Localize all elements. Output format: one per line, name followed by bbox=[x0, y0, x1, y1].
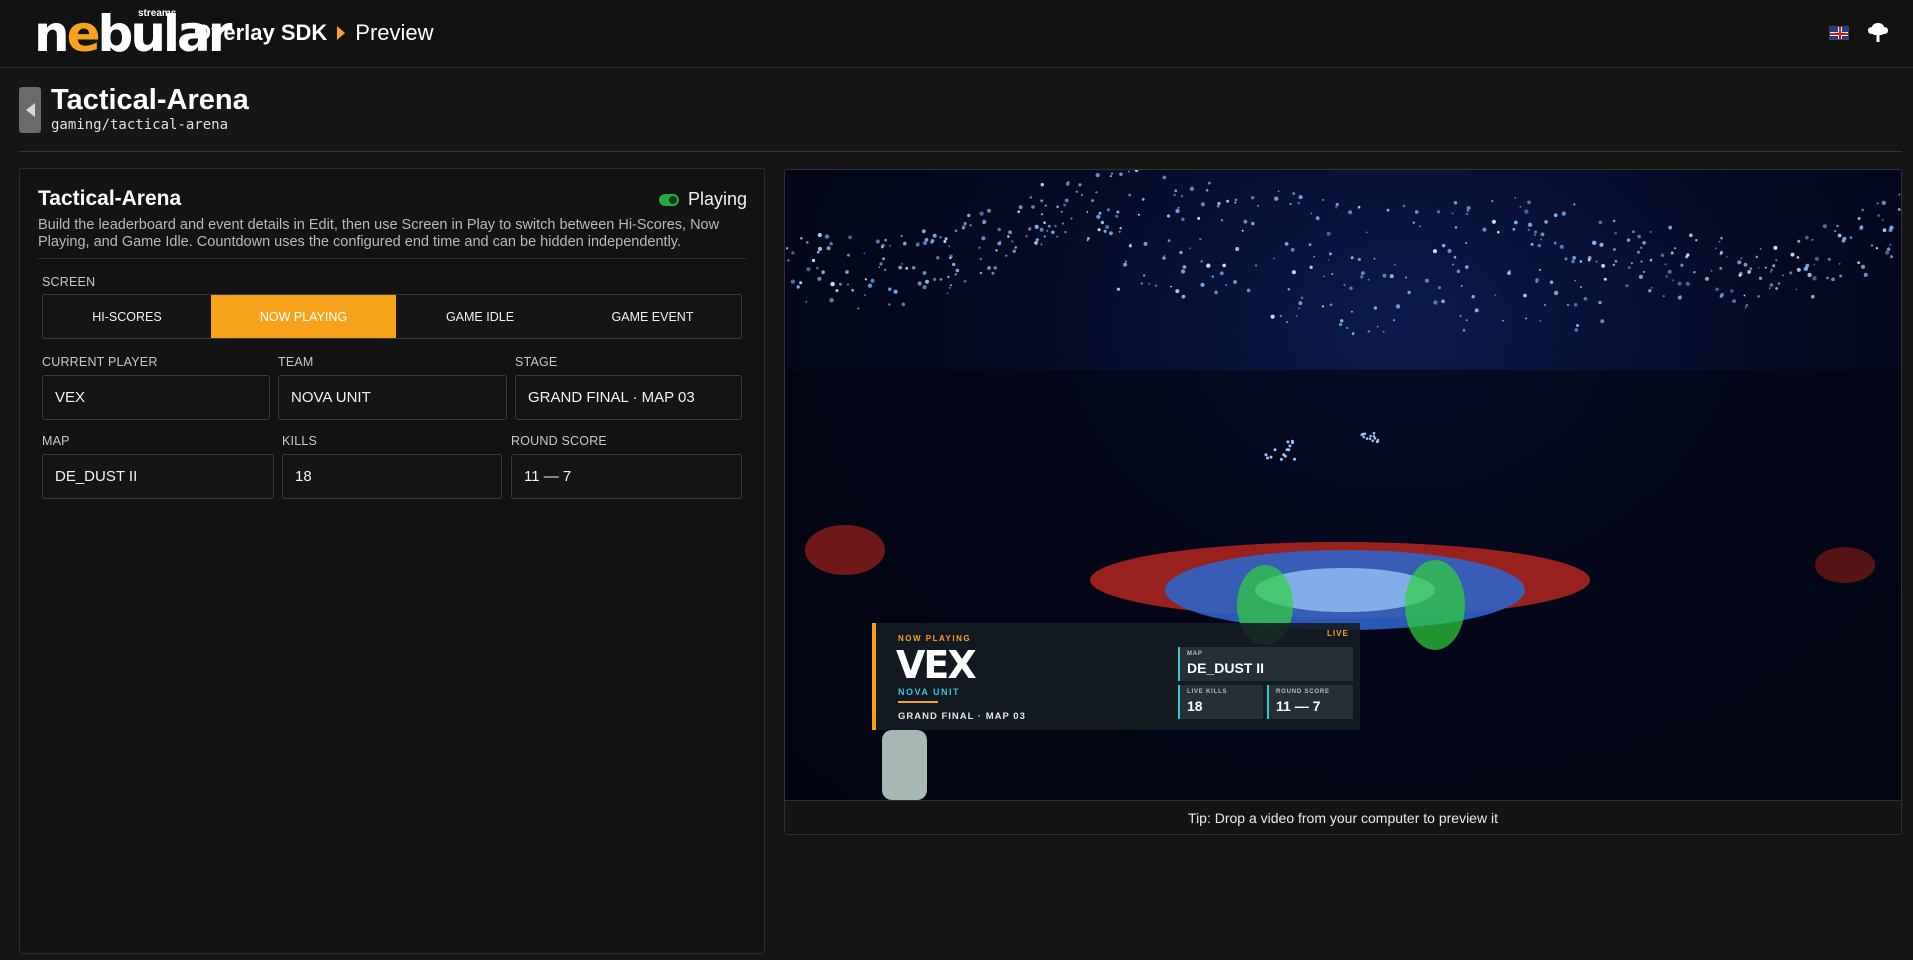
play-status[interactable]: Playing bbox=[658, 189, 747, 210]
panel-description: Build the leaderboard and event details … bbox=[38, 217, 720, 250]
breadcrumb: Overlay SDK Preview bbox=[194, 20, 434, 46]
panel-title: Tactical-Arena bbox=[38, 187, 182, 210]
page-title: Tactical-Arena bbox=[51, 84, 249, 116]
current-player-input[interactable]: VEX bbox=[42, 375, 270, 420]
video-preview[interactable]: NOW PLAYING VEX NOVA UNIT GRAND FINAL · … bbox=[784, 169, 1902, 835]
cloud-upload-icon[interactable] bbox=[1866, 22, 1890, 44]
map-input[interactable]: DE_DUST II bbox=[42, 454, 274, 499]
screen-label: SCREEN bbox=[42, 275, 96, 289]
overlay-map-label: MAP bbox=[1187, 651, 1203, 657]
round-score-input[interactable]: 11 — 7 bbox=[511, 454, 742, 499]
overlay-kills-value: 18 bbox=[1187, 698, 1203, 714]
page-slug: gaming/tactical-arena bbox=[51, 117, 229, 133]
kills-label: KILLS bbox=[282, 434, 318, 448]
stage-input[interactable]: GRAND FINAL · MAP 03 bbox=[515, 375, 742, 420]
breadcrumb-separator-icon bbox=[337, 26, 346, 40]
top-bar: nebular streams Overlay SDK Preview bbox=[0, 0, 1913, 68]
kills-input[interactable]: 18 bbox=[282, 454, 502, 499]
overlay-live-badge: LIVE bbox=[1327, 629, 1349, 638]
now-playing-overlay: NOW PLAYING VEX NOVA UNIT GRAND FINAL · … bbox=[872, 623, 1360, 730]
logo-subtitle: streams bbox=[138, 8, 177, 19]
map-label: MAP bbox=[42, 434, 70, 448]
screen-option-game-idle[interactable]: GAME IDLE bbox=[396, 295, 564, 338]
settings-panel: Tactical-Arena Playing Build the leaderb… bbox=[19, 168, 765, 954]
status-toggle-icon[interactable] bbox=[658, 193, 679, 206]
overlay-map-value: DE_DUST II bbox=[1187, 660, 1265, 676]
nebular-logo[interactable]: nebular streams bbox=[34, 4, 232, 64]
panel-divider bbox=[38, 258, 746, 259]
stage-label: STAGE bbox=[515, 355, 558, 369]
back-button[interactable] bbox=[19, 87, 41, 133]
status-label: Playing bbox=[687, 189, 747, 209]
overlay-stage: GRAND FINAL · MAP 03 bbox=[898, 711, 1026, 722]
uk-flag-icon[interactable] bbox=[1829, 26, 1849, 40]
overlay-kills-label: LIVE KILLS bbox=[1187, 689, 1228, 695]
overlay-score-cell: ROUND SCORE 11 — 7 bbox=[1267, 685, 1353, 719]
overlay-accent-bar bbox=[898, 701, 938, 703]
overlay-map-cell: MAP DE_DUST II bbox=[1178, 647, 1353, 681]
team-input[interactable]: NOVA UNIT bbox=[278, 375, 507, 420]
header-divider bbox=[19, 151, 1902, 152]
screen-option-hi-scores[interactable]: HI-SCORES bbox=[43, 295, 211, 338]
screen-selector: HI-SCORES NOW PLAYING GAME IDLE GAME EVE… bbox=[42, 294, 742, 339]
breadcrumb-preview: Preview bbox=[355, 20, 434, 45]
overlay-now-playing-label: NOW PLAYING bbox=[898, 634, 972, 643]
overlay-kills-cell: LIVE KILLS 18 bbox=[1178, 685, 1263, 719]
preview-tip: Tip: Drop a video from your computer to … bbox=[785, 800, 1901, 834]
round-score-label: ROUND SCORE bbox=[511, 434, 607, 448]
preview-video-frame[interactable]: NOW PLAYING VEX NOVA UNIT GRAND FINAL · … bbox=[785, 170, 1901, 800]
overlay-score-value: 11 — 7 bbox=[1276, 698, 1321, 714]
overlay-score-label: ROUND SCORE bbox=[1276, 689, 1330, 695]
team-label: TEAM bbox=[278, 355, 314, 369]
overlay-player-name: VEX bbox=[896, 643, 977, 687]
chevron-left-icon bbox=[25, 103, 35, 117]
current-player-label: CURRENT PLAYER bbox=[42, 355, 158, 369]
breadcrumb-overlay-sdk[interactable]: Overlay SDK bbox=[194, 20, 327, 46]
screen-option-game-event[interactable]: GAME EVENT bbox=[564, 295, 741, 338]
screen-option-now-playing[interactable]: NOW PLAYING bbox=[211, 295, 396, 338]
overlay-team-name: NOVA UNIT bbox=[898, 687, 960, 697]
